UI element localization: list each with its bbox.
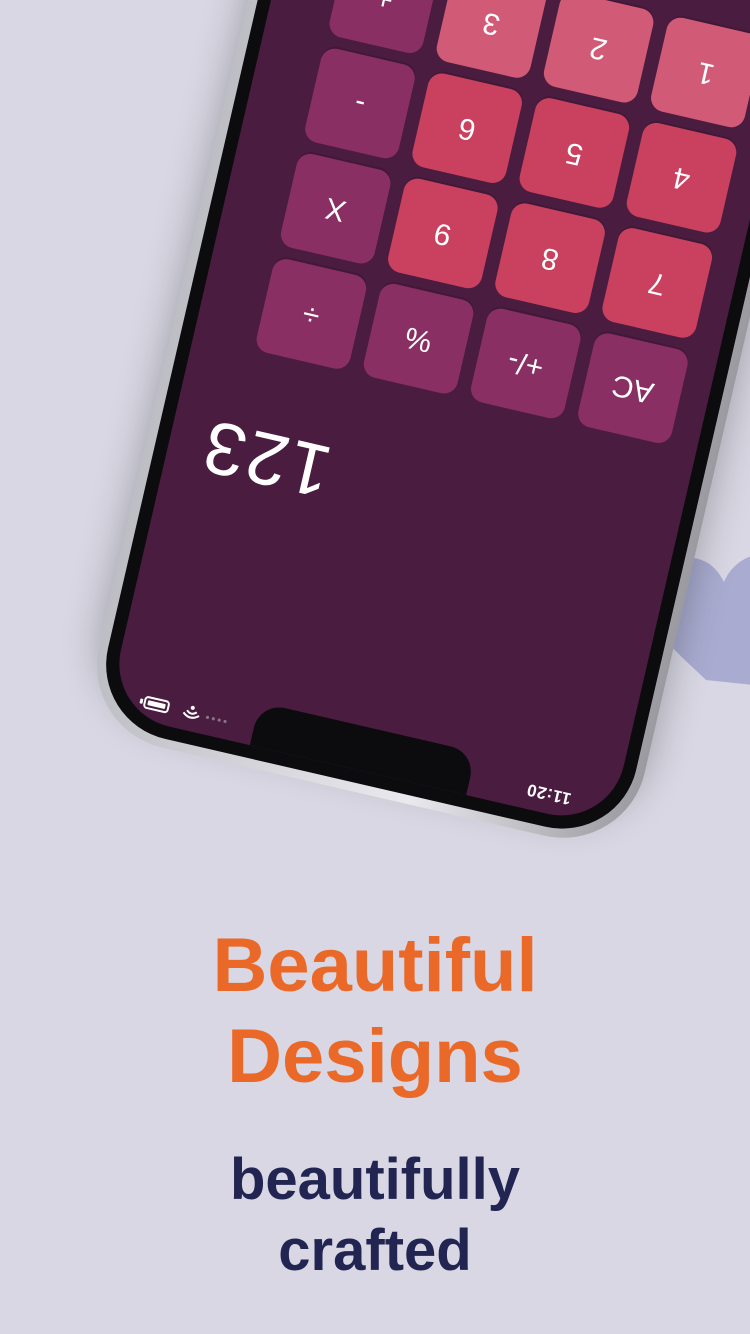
key-clear-button[interactable]: AC xyxy=(575,330,691,446)
headline-line-1: Beautiful xyxy=(212,923,538,1008)
key-label: +/- xyxy=(504,343,547,385)
headline: Beautiful Designs xyxy=(0,920,750,1102)
key-label: % xyxy=(401,320,436,359)
key-digit-1-button[interactable]: 1 xyxy=(648,14,750,131)
key-label: + xyxy=(372,0,397,17)
key-label: X xyxy=(322,190,350,228)
wifi-icon xyxy=(182,705,200,719)
key-digit-4-button[interactable]: 4 xyxy=(623,120,740,236)
signal-icon xyxy=(205,715,227,724)
calculator-keypad: AC +/-% ÷ 7 8 9 X 4 5 6 - 1 2 3 + xyxy=(221,0,750,446)
key-minus-button[interactable]: - xyxy=(302,45,418,162)
key-label: ÷ xyxy=(299,296,324,333)
key-label: 5 xyxy=(562,135,587,172)
key-label: 6 xyxy=(455,110,479,147)
key-label: AC xyxy=(608,367,657,410)
battery-icon xyxy=(142,695,171,714)
key-plus-button[interactable]: + xyxy=(326,0,442,56)
key-label: 9 xyxy=(430,215,455,252)
key-digit-9-button[interactable]: 9 xyxy=(385,175,501,292)
subheadline: beautifully crafted xyxy=(0,1145,750,1287)
key-label: 2 xyxy=(586,30,611,67)
key-label: 8 xyxy=(538,240,562,277)
key-digit-3-button[interactable]: 3 xyxy=(433,0,550,81)
status-time: 11:20 xyxy=(524,779,574,809)
headline-line-2: Designs xyxy=(227,1014,523,1100)
calculator-display: 123 xyxy=(193,404,339,515)
key-label: 3 xyxy=(479,5,504,42)
key-digit-6-button[interactable]: 6 xyxy=(409,70,525,186)
subheadline-line-1: beautifully xyxy=(229,1147,521,1212)
key-digit-7-button[interactable]: 7 xyxy=(599,225,715,341)
phone-mockup-area: 11:20 123 AC+/-%÷789X456-123+ xyxy=(0,0,750,900)
key-label: - xyxy=(351,86,369,122)
key-plus-minus-button[interactable]: +/- xyxy=(468,305,584,421)
key-label: 1 xyxy=(693,55,718,91)
key-digit-2-button[interactable]: 2 xyxy=(541,0,657,106)
key-digit-5-button[interactable]: 5 xyxy=(516,95,632,211)
promo-canvas: 11:20 123 AC+/-%÷789X456-123+ Beautiful … xyxy=(0,0,750,1334)
key-label: 7 xyxy=(645,265,669,302)
phone-mockup: 11:20 123 AC+/-%÷789X456-123+ xyxy=(80,0,750,855)
key-multiply-button[interactable]: X xyxy=(278,151,394,267)
key-digit-8-button[interactable]: 8 xyxy=(492,200,608,316)
key-label: 4 xyxy=(669,160,694,197)
key-divide-button[interactable]: ÷ xyxy=(253,256,369,372)
subheadline-line-2: crafted xyxy=(278,1217,472,1283)
key-percent-button[interactable]: % xyxy=(361,281,477,397)
